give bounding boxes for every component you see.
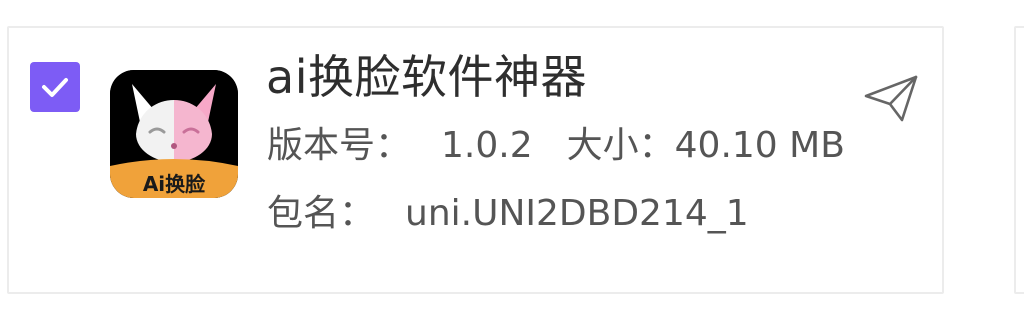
icon-banner-text: Ai换脸 [143,172,206,196]
package-value: uni.UNI2DBD214_1 [405,193,749,234]
version-size-line: 版本号： 1.0.2 大小：40.10 MB [267,122,845,170]
share-button[interactable] [862,74,920,124]
app-icon: Ai换脸 [110,70,238,198]
paper-plane-icon [864,75,918,122]
select-checkbox[interactable] [30,62,80,112]
next-app-card[interactable] [1014,26,1024,294]
version-label: 版本号： [267,125,412,166]
package-label: 包名： [267,193,376,234]
checkmark-icon [42,78,68,97]
size-label: 大小： [566,125,675,166]
size-value: 40.10 MB [674,125,845,166]
app-title: ai换脸软件神器 [266,50,587,104]
version-value: 1.0.2 [441,125,533,166]
package-line: 包名： uni.UNI2DBD214_1 [267,190,749,238]
